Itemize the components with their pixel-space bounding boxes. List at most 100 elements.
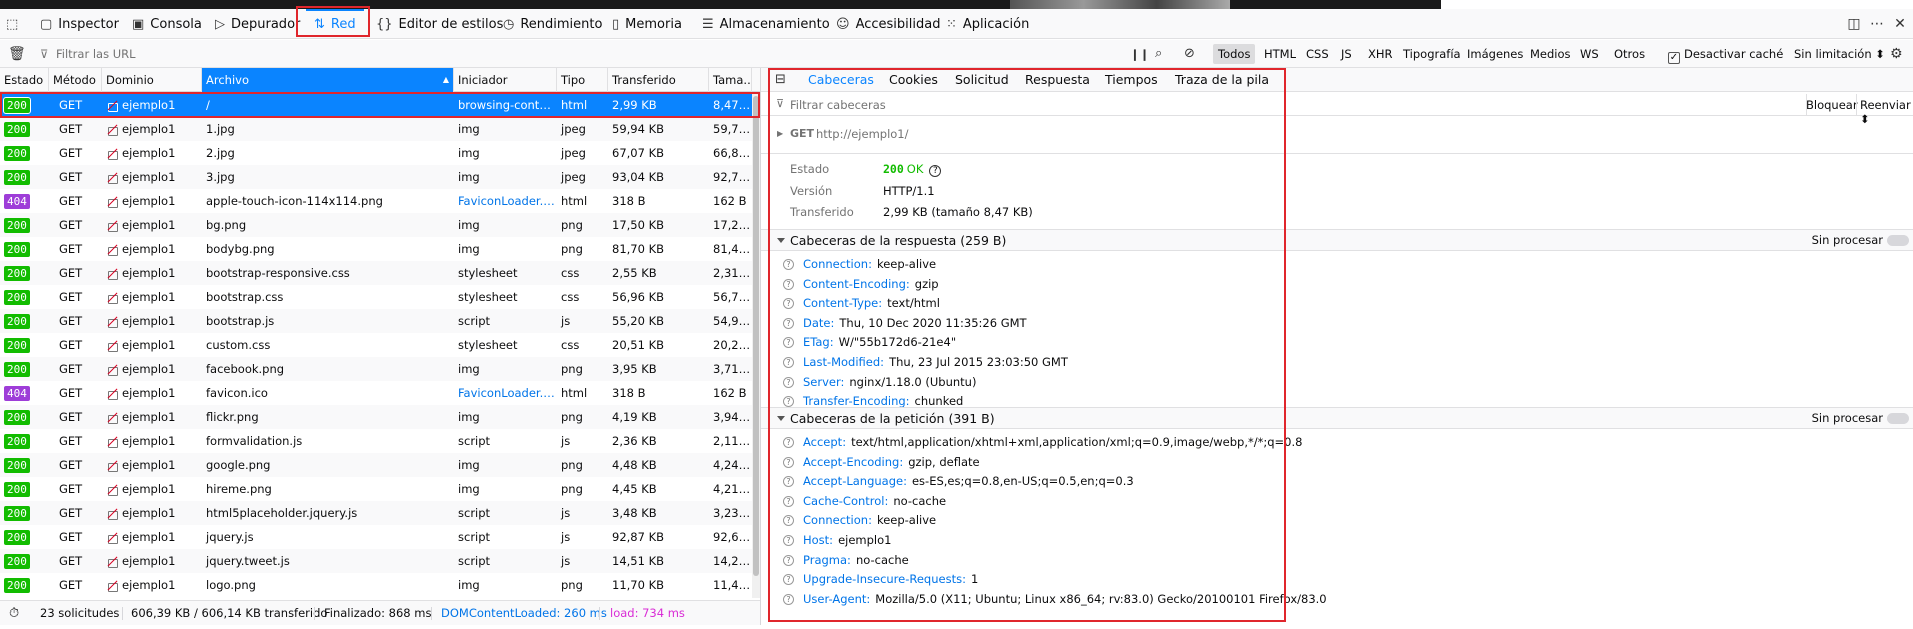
cell-type: html bbox=[561, 386, 588, 400]
cell-initiator: img bbox=[458, 482, 480, 496]
tab-inspector[interactable]: ▢ Inspector bbox=[40, 9, 119, 39]
cell-domain: ejemplo1 bbox=[102, 285, 202, 309]
tab-performance[interactable]: ◷ Rendimiento bbox=[503, 9, 602, 39]
tab-memory[interactable]: ▯ Memoria bbox=[612, 9, 682, 39]
table-row[interactable]: 200 GET ejemplo1 formvalidation.js script js 2… bbox=[0, 429, 760, 453]
cell-domain: ejemplo1 bbox=[102, 405, 202, 429]
cell-initiator[interactable]: FaviconLoader.j... bbox=[454, 189, 557, 213]
pick-element-icon[interactable]: ⬚ bbox=[6, 9, 24, 39]
table-row[interactable]: 200 GET ejemplo1 bodybg.png img png 81,70 KB 81… bbox=[0, 237, 760, 261]
tab-storage[interactable]: ☰ Almacenamiento bbox=[702, 9, 830, 39]
more-options-icon[interactable]: ⋯ bbox=[1866, 9, 1888, 39]
url-filter-input[interactable]: Filtrar las URL bbox=[56, 40, 136, 68]
table-row[interactable]: 200 GET ejemplo1 google.png img png 4,48 KB 4,2… bbox=[0, 453, 760, 477]
cell-transferred: 2,55 KB bbox=[612, 266, 657, 280]
type-filter-fonts[interactable]: Tipografía bbox=[1398, 44, 1466, 64]
table-row[interactable]: 200 GET ejemplo1 hireme.png img png 4,45 KB 4,2… bbox=[0, 477, 760, 501]
disable-cache-checkbox[interactable]: ✓ Desactivar caché bbox=[1668, 40, 1783, 68]
raw-toggle-switch[interactable] bbox=[1887, 413, 1909, 424]
request-table-header: Estado Método Dominio Archivo ▲ Iniciador… bbox=[0, 68, 760, 92]
tab-debugger[interactable]: ▷ Depurador bbox=[215, 9, 300, 39]
table-row[interactable]: 200 GET ejemplo1 3.jpg img jpeg 93,04 KB 92,79 … bbox=[0, 165, 760, 189]
table-row[interactable]: 200 GET ejemplo1 bg.png img png 17,50 KB 17,26 … bbox=[0, 213, 760, 237]
column-domain[interactable]: Dominio bbox=[102, 68, 202, 92]
table-row[interactable]: 200 GET ejemplo1 html5placeholder.jquery.js… bbox=[0, 501, 760, 525]
type-filter-other[interactable]: Otros bbox=[1609, 44, 1650, 64]
throttling-select[interactable]: Sin limitación ⬍ bbox=[1794, 40, 1885, 68]
type-filter-js[interactable]: JS bbox=[1336, 44, 1357, 64]
cell-transferred: 318 B bbox=[612, 386, 646, 400]
performance-analysis-icon[interactable]: ⏱ bbox=[9, 601, 19, 626]
cell-initiator: script bbox=[458, 554, 491, 568]
table-row[interactable]: 200 GET ejemplo1 bootstrap-responsive.css st… bbox=[0, 261, 760, 285]
table-row[interactable]: 200 GET ejemplo1 2.jpg img jpeg 67,07 KB 66,82 … bbox=[0, 141, 760, 165]
type-filter-ws[interactable]: WS bbox=[1575, 44, 1604, 64]
insecure-lock-icon bbox=[106, 507, 118, 520]
table-row[interactable]: 404 GET ejemplo1 favicon.ico FaviconLoader.j… bbox=[0, 381, 760, 405]
table-row[interactable]: 404 GET ejemplo1 apple-touch-icon-114x114.p… bbox=[0, 189, 760, 213]
column-status[interactable]: Estado bbox=[0, 68, 49, 92]
column-initiator[interactable]: Iniciador bbox=[454, 68, 557, 92]
table-row[interactable]: 200 GET ejemplo1 flickr.png img png 4,19 KB 3,9… bbox=[0, 405, 760, 429]
column-method[interactable]: Método bbox=[49, 68, 102, 92]
domain-text: ejemplo1 bbox=[122, 386, 176, 400]
cell-method: GET bbox=[59, 170, 83, 184]
type-filter-all[interactable]: Todos bbox=[1213, 44, 1256, 64]
network-filter-bar: 🗑 ⊽ Filtrar las URL ❙❙ ⌕ ⊘ Todos HTML CS… bbox=[0, 40, 1913, 68]
clear-requests-icon[interactable]: 🗑 bbox=[8, 40, 26, 68]
status-badge: 200 bbox=[4, 578, 30, 593]
cell-initiator: stylesheet bbox=[458, 290, 518, 304]
table-row[interactable]: 200 GET ejemplo1 facebook.png img png 3,95 KB 3… bbox=[0, 357, 760, 381]
raw-toggle-switch[interactable] bbox=[1887, 235, 1909, 246]
block-button[interactable]: Bloquear bbox=[1806, 98, 1858, 112]
cell-method: GET bbox=[59, 362, 83, 376]
cell-size: 3,23 KB bbox=[713, 506, 752, 520]
tab-console[interactable]: ▣ Consola bbox=[132, 9, 202, 39]
type-filter-css[interactable]: CSS bbox=[1301, 44, 1334, 64]
insecure-lock-icon bbox=[106, 195, 118, 208]
table-row[interactable]: 200 GET ejemplo1 logo.png img png 11,70 KB 11,4… bbox=[0, 573, 760, 597]
tab-application[interactable]: ⁙ Aplicación bbox=[946, 9, 1029, 39]
cell-initiator: stylesheet bbox=[458, 338, 518, 352]
domain-text: ejemplo1 bbox=[122, 218, 176, 232]
cell-file: 1.jpg bbox=[206, 122, 235, 136]
cell-transferred: 67,07 KB bbox=[612, 146, 665, 160]
tab-accessibility[interactable]: ☺ Accesibilidad bbox=[836, 9, 940, 39]
domain-text: ejemplo1 bbox=[122, 530, 176, 544]
table-row[interactable]: 200 GET ejemplo1 bootstrap.css stylesheet css… bbox=[0, 285, 760, 309]
cell-method: GET bbox=[59, 194, 83, 208]
settings-gear-icon[interactable]: ⚙ bbox=[1890, 40, 1903, 68]
insecure-lock-icon bbox=[106, 219, 118, 232]
load-time: load: 734 ms bbox=[610, 606, 685, 620]
table-row[interactable]: 200 GET ejemplo1 jquery.js script js 92,87 KB 9… bbox=[0, 525, 760, 549]
request-list-scroll-thumb[interactable] bbox=[753, 96, 759, 576]
table-row[interactable]: 200 GET ejemplo1 custom.css stylesheet css 20,… bbox=[0, 333, 760, 357]
cell-initiator: stylesheet bbox=[458, 266, 518, 280]
cell-transferred: 56,96 KB bbox=[612, 290, 665, 304]
type-filter-images[interactable]: Imágenes bbox=[1462, 44, 1528, 64]
cell-initiator[interactable]: FaviconLoader.j... bbox=[454, 381, 557, 405]
insecure-lock-icon bbox=[106, 147, 118, 160]
type-filter-media[interactable]: Medios bbox=[1525, 44, 1576, 64]
pause-icon[interactable]: ❙❙ bbox=[1130, 40, 1149, 68]
cell-method: GET bbox=[59, 290, 83, 304]
dock-side-icon[interactable]: ◫ bbox=[1843, 9, 1865, 39]
type-filter-xhr[interactable]: XHR bbox=[1363, 44, 1398, 64]
table-row[interactable]: 200 GET ejemplo1 jquery.tweet.js script js 14,… bbox=[0, 549, 760, 573]
column-file[interactable]: Archivo ▲ bbox=[202, 68, 454, 92]
table-row[interactable]: 200 GET ejemplo1 1.jpg img jpeg 59,94 KB 59,70 … bbox=[0, 117, 760, 141]
cell-type: css bbox=[561, 338, 580, 352]
cell-method: GET bbox=[59, 506, 83, 520]
search-icon[interactable]: ⌕ bbox=[1155, 40, 1162, 68]
cell-status: 200 bbox=[0, 357, 49, 381]
table-row[interactable]: 200 GET ejemplo1 bootstrap.js script js 55,20 … bbox=[0, 309, 760, 333]
close-devtools-icon[interactable]: ✕ bbox=[1889, 9, 1911, 39]
status-badge: 200 bbox=[4, 434, 30, 449]
type-filter-html[interactable]: HTML bbox=[1259, 44, 1301, 64]
column-transferred[interactable]: Transferido bbox=[608, 68, 709, 92]
tab-style-editor[interactable]: {} Editor de estilos bbox=[376, 9, 503, 39]
column-type[interactable]: Tipo bbox=[557, 68, 608, 92]
cell-method: GET bbox=[59, 122, 83, 136]
block-urls-icon[interactable]: ⊘ bbox=[1184, 40, 1195, 68]
column-size[interactable]: Tama... bbox=[709, 68, 752, 92]
